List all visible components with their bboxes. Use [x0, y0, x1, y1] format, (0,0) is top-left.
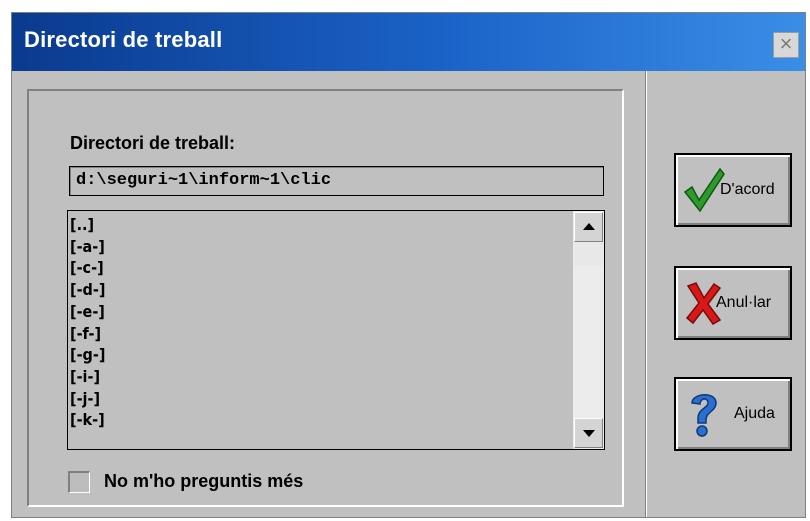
blue-question-mark-icon — [691, 394, 717, 437]
list-item[interactable]: [-c-] — [70, 257, 105, 279]
vertical-separator — [645, 71, 647, 517]
directory-list-items: [..] [-a-] [-c-] [-d-] [-e-] [-f-] [-g-]… — [70, 214, 105, 431]
list-item[interactable]: [-a-] — [70, 236, 105, 258]
cancel-button[interactable]: Anul·lar — [674, 266, 792, 340]
vertical-scrollbar[interactable] — [572, 211, 604, 449]
close-button[interactable]: × — [773, 32, 799, 58]
title-bar[interactable]: Directori de treball × — [12, 13, 805, 71]
working-dir-path: d:\seguri~1\inform~1\clic — [69, 166, 604, 196]
list-item[interactable]: [-g-] — [70, 344, 105, 366]
dialog-window: Directori de treball × Directori de treb… — [11, 12, 806, 518]
scroll-up-button[interactable] — [574, 212, 603, 242]
list-item[interactable]: [-i-] — [70, 366, 105, 388]
help-button-label: Ajuda — [734, 405, 775, 422]
scroll-down-button[interactable] — [574, 418, 603, 448]
list-item[interactable]: [-e-] — [70, 301, 105, 323]
arrow-up-icon — [582, 223, 595, 230]
ok-button[interactable]: D'acord — [674, 153, 792, 227]
scroll-thumb[interactable] — [574, 242, 603, 266]
dialog-body: Directori de treball: d:\seguri~1\inform… — [12, 71, 805, 517]
list-item[interactable]: [-j-] — [70, 388, 105, 410]
cancel-button-label: Anul·lar — [716, 294, 772, 311]
window-title: Directori de treball — [24, 27, 223, 52]
dont-ask-checkbox[interactable] — [68, 471, 90, 493]
directory-listbox[interactable]: [..] [-a-] [-c-] [-d-] [-e-] [-f-] [-g-]… — [67, 210, 605, 450]
arrow-down-icon — [582, 430, 595, 437]
help-button[interactable]: Ajuda — [674, 377, 792, 451]
list-item[interactable]: [-k-] — [70, 409, 105, 431]
list-item[interactable]: [-f-] — [70, 323, 105, 345]
ok-button-label: D'acord — [720, 181, 775, 198]
working-dir-label: Directori de treball: — [70, 133, 236, 153]
list-item[interactable]: [-d-] — [70, 279, 105, 301]
dont-ask-label: No m'ho preguntis més — [104, 471, 304, 491]
close-icon: × — [779, 31, 793, 56]
list-item[interactable]: [..] — [70, 214, 105, 236]
